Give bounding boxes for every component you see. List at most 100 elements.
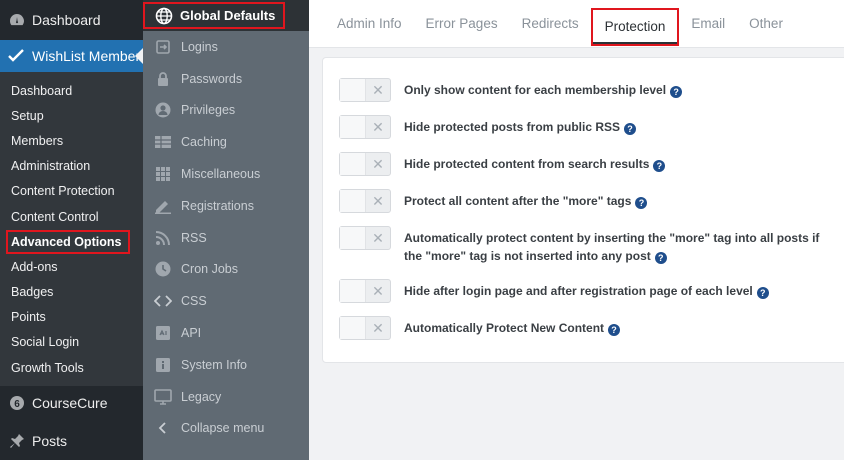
submenu-label: Content Protection	[11, 184, 115, 199]
submenu-label: Social Login	[11, 335, 80, 350]
wlm-item-miscellaneous[interactable]: Miscellaneous	[143, 158, 309, 190]
option-row: ✕ Hide after login page and after regist…	[339, 279, 834, 303]
option-toggle[interactable]: ✕	[339, 316, 391, 340]
globe-icon	[155, 7, 173, 25]
menu-posts[interactable]: Posts	[0, 424, 143, 458]
wlm-item-logins[interactable]: Logins	[143, 31, 309, 63]
wlm-sidebar-header: Global Defaults	[143, 0, 309, 31]
tab-error-pages[interactable]: Error Pages	[414, 0, 510, 47]
submenu-item-content-control[interactable]: Content Control	[0, 204, 143, 229]
option-text: Protect all content after the "more" tag…	[404, 194, 632, 208]
option-row: ✕ Hide protected content from search res…	[339, 152, 834, 176]
wlm-item-api[interactable]: API	[143, 317, 309, 349]
tab-admin-info[interactable]: Admin Info	[325, 0, 414, 47]
login-icon	[153, 38, 173, 56]
help-icon[interactable]: ?	[608, 324, 621, 336]
submenu-item-content-protection[interactable]: Content Protection	[0, 179, 143, 204]
grid-icon	[153, 165, 173, 183]
monitor-icon	[153, 388, 173, 406]
close-icon: ✕	[372, 282, 384, 299]
submenu-label: Badges	[11, 285, 54, 300]
wlm-item-label: Passwords	[181, 71, 243, 86]
option-toggle[interactable]: ✕	[339, 189, 391, 213]
global-defaults-label: Global Defaults	[180, 8, 276, 23]
wlm-item-label: System Info	[181, 357, 247, 372]
close-icon: ✕	[372, 155, 384, 172]
collapse-menu-button[interactable]: Collapse menu	[143, 413, 309, 445]
option-label: Protect all content after the "more" tag…	[404, 189, 834, 210]
wlm-item-label: CSS	[181, 294, 207, 309]
menu-posts-label: Posts	[32, 433, 68, 449]
submenu-item-social-login[interactable]: Social Login	[0, 330, 143, 355]
help-icon[interactable]: ?	[635, 197, 648, 209]
help-icon[interactable]: ?	[624, 123, 637, 135]
option-toggle[interactable]: ✕	[339, 152, 391, 176]
menu-dashboard-label: Dashboard	[32, 12, 101, 28]
main-content: Admin Info Error Pages Redirects Protect…	[309, 0, 844, 460]
help-icon[interactable]: ?	[654, 252, 667, 264]
wlm-item-registrations[interactable]: Registrations	[143, 190, 309, 222]
code-icon	[153, 292, 173, 310]
option-text: Hide after login page and after registra…	[404, 284, 753, 298]
pencil-icon	[153, 197, 173, 215]
submenu-item-members[interactable]: Members	[0, 128, 143, 153]
submenu-label: Setup	[11, 108, 44, 123]
table-icon	[153, 133, 173, 151]
clock-icon	[153, 260, 173, 278]
help-icon[interactable]: ?	[653, 160, 666, 172]
option-text: Hide protected posts from public RSS	[404, 120, 621, 134]
submenu-label: Points	[11, 310, 46, 325]
wlm-item-legacy[interactable]: Legacy	[143, 381, 309, 413]
wp-admin-sidebar: Dashboard WishList Member Dashboard Setu…	[0, 0, 143, 460]
close-icon: ✕	[372, 319, 384, 336]
toggle-knob	[340, 116, 366, 138]
help-icon[interactable]: ?	[756, 287, 769, 299]
wlm-item-rss[interactable]: RSS	[143, 222, 309, 254]
lock-icon	[153, 70, 173, 88]
help-icon[interactable]: ?	[670, 86, 683, 98]
tab-redirects[interactable]: Redirects	[510, 0, 591, 47]
option-toggle[interactable]: ✕	[339, 226, 391, 250]
submenu-label: Members	[11, 133, 64, 148]
wlm-item-css[interactable]: CSS	[143, 285, 309, 317]
tab-other[interactable]: Other	[737, 0, 795, 47]
submenu-item-add-ons[interactable]: Add-ons	[0, 254, 143, 279]
option-toggle[interactable]: ✕	[339, 279, 391, 303]
tab-protection[interactable]: Protection	[590, 7, 680, 46]
option-toggle[interactable]: ✕	[339, 78, 391, 102]
wlm-item-passwords[interactable]: Passwords	[143, 63, 309, 95]
option-toggle[interactable]: ✕	[339, 115, 391, 139]
submenu-item-points[interactable]: Points	[0, 305, 143, 330]
menu-wishlist-member[interactable]: WishList Member	[0, 40, 143, 72]
checkmark-icon	[8, 48, 24, 64]
global-defaults-link[interactable]: Global Defaults	[143, 2, 286, 29]
wlm-item-cron-jobs[interactable]: Cron Jobs	[143, 254, 309, 286]
wlm-item-label: Logins	[181, 39, 218, 54]
option-text: Only show content for each membership le…	[404, 83, 667, 97]
pin-icon	[9, 433, 25, 449]
wlm-item-label: Miscellaneous	[181, 167, 261, 182]
wlm-item-label: API	[181, 326, 202, 341]
menu-dashboard[interactable]: Dashboard	[0, 0, 143, 40]
submenu-item-dashboard[interactable]: Dashboard	[0, 78, 143, 103]
submenu-label: Administration	[11, 159, 91, 174]
dashboard-icon	[9, 12, 25, 28]
submenu-item-badges[interactable]: Badges	[0, 280, 143, 305]
wlm-item-system-info[interactable]: System Info	[143, 349, 309, 381]
submenu-item-administration[interactable]: Administration	[0, 154, 143, 179]
menu-wishlist-label: WishList Member	[32, 48, 141, 64]
toggle-knob	[340, 79, 366, 101]
wlm-item-label: Legacy	[181, 389, 222, 404]
tab-email[interactable]: Email	[679, 0, 737, 47]
option-label: Automatically protect content by inserti…	[404, 226, 834, 265]
submenu-item-setup[interactable]: Setup	[0, 103, 143, 128]
wlm-item-caching[interactable]: Caching	[143, 126, 309, 158]
menu-coursecure-label: CourseCure	[32, 395, 108, 411]
menu-coursecure[interactable]: 6 CourseCure	[0, 386, 143, 420]
submenu-item-advanced-options[interactable]: Advanced Options	[0, 229, 143, 254]
option-label: Hide after login page and after registra…	[404, 279, 834, 300]
submenu-item-growth-tools[interactable]: Growth Tools	[0, 355, 143, 380]
wlm-item-privileges[interactable]: Privileges	[143, 95, 309, 127]
option-row: ✕ Only show content for each membership …	[339, 78, 834, 102]
toggle-knob	[340, 280, 366, 302]
